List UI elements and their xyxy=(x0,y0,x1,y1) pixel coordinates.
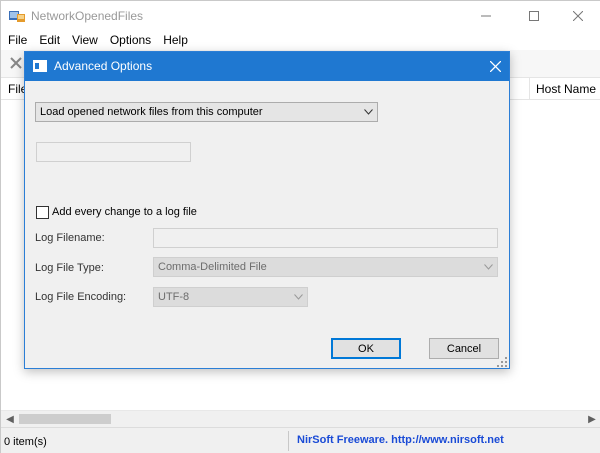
horizontal-scrollbar[interactable]: ◀ ▶ xyxy=(1,410,600,427)
cancel-button[interactable]: Cancel xyxy=(429,338,499,359)
dialog-close-button[interactable] xyxy=(481,52,509,81)
dialog-title-bar[interactable]: Advanced Options xyxy=(25,52,509,81)
window-title: NetworkOpenedFiles xyxy=(31,9,144,23)
column-header-host-name[interactable]: Host Name xyxy=(536,82,596,96)
delete-icon[interactable] xyxy=(9,56,23,70)
log-file-encoding-dropdown: UTF-8 xyxy=(153,287,308,307)
chevron-down-icon xyxy=(484,264,493,270)
log-changes-checkbox[interactable] xyxy=(36,206,49,219)
log-filename-input xyxy=(153,228,498,248)
log-filename-label: Log Filename: xyxy=(35,232,105,244)
resize-grip-icon[interactable] xyxy=(497,357,508,368)
log-file-encoding-label: Log File Encoding: xyxy=(35,291,127,303)
dialog-title: Advanced Options xyxy=(54,59,153,73)
menu-options[interactable]: Options xyxy=(103,31,156,50)
log-file-type-dropdown: Comma-Delimited File xyxy=(153,257,498,277)
minimize-icon xyxy=(481,15,491,17)
log-changes-label[interactable]: Add every change to a log file xyxy=(52,206,197,218)
scrollbar-thumb[interactable] xyxy=(19,414,111,424)
menu-edit[interactable]: Edit xyxy=(32,31,65,50)
status-bar: 0 item(s) NirSoft Freeware. http://www.n… xyxy=(1,427,600,453)
ok-button[interactable]: OK xyxy=(331,338,401,359)
log-file-encoding-value: UTF-8 xyxy=(158,291,190,303)
minimize-button[interactable] xyxy=(463,1,509,31)
status-divider xyxy=(288,431,289,451)
log-file-type-value: Comma-Delimited File xyxy=(158,261,267,273)
chevron-down-icon xyxy=(364,109,373,115)
scroll-left-icon[interactable]: ◀ xyxy=(3,411,17,428)
title-bar: NetworkOpenedFiles xyxy=(1,1,600,31)
close-icon xyxy=(573,11,583,21)
computer-name-input xyxy=(36,142,191,162)
maximize-icon xyxy=(529,11,539,21)
item-count: 0 item(s) xyxy=(4,436,47,448)
menu-help[interactable]: Help xyxy=(156,31,193,50)
menu-view[interactable]: View xyxy=(65,31,103,50)
log-file-type-label: Log File Type: xyxy=(35,262,104,274)
scroll-right-icon[interactable]: ▶ xyxy=(585,411,599,428)
load-mode-dropdown[interactable]: Load opened network files from this comp… xyxy=(35,102,378,122)
dialog-icon xyxy=(33,60,47,72)
nirsoft-link[interactable]: NirSoft Freeware. http://www.nirsoft.net xyxy=(297,434,504,446)
app-icon xyxy=(9,9,25,23)
chevron-down-icon xyxy=(294,294,303,300)
column-divider[interactable] xyxy=(529,78,530,100)
close-button[interactable] xyxy=(555,1,600,31)
menu-file[interactable]: File xyxy=(1,31,32,50)
dialog-close-icon xyxy=(489,61,501,72)
menu-bar: File Edit View Options Help xyxy=(1,31,600,50)
advanced-options-dialog: Advanced Options Load opened network fil… xyxy=(24,51,510,369)
load-mode-value: Load opened network files from this comp… xyxy=(40,106,263,118)
maximize-button[interactable] xyxy=(511,1,557,31)
